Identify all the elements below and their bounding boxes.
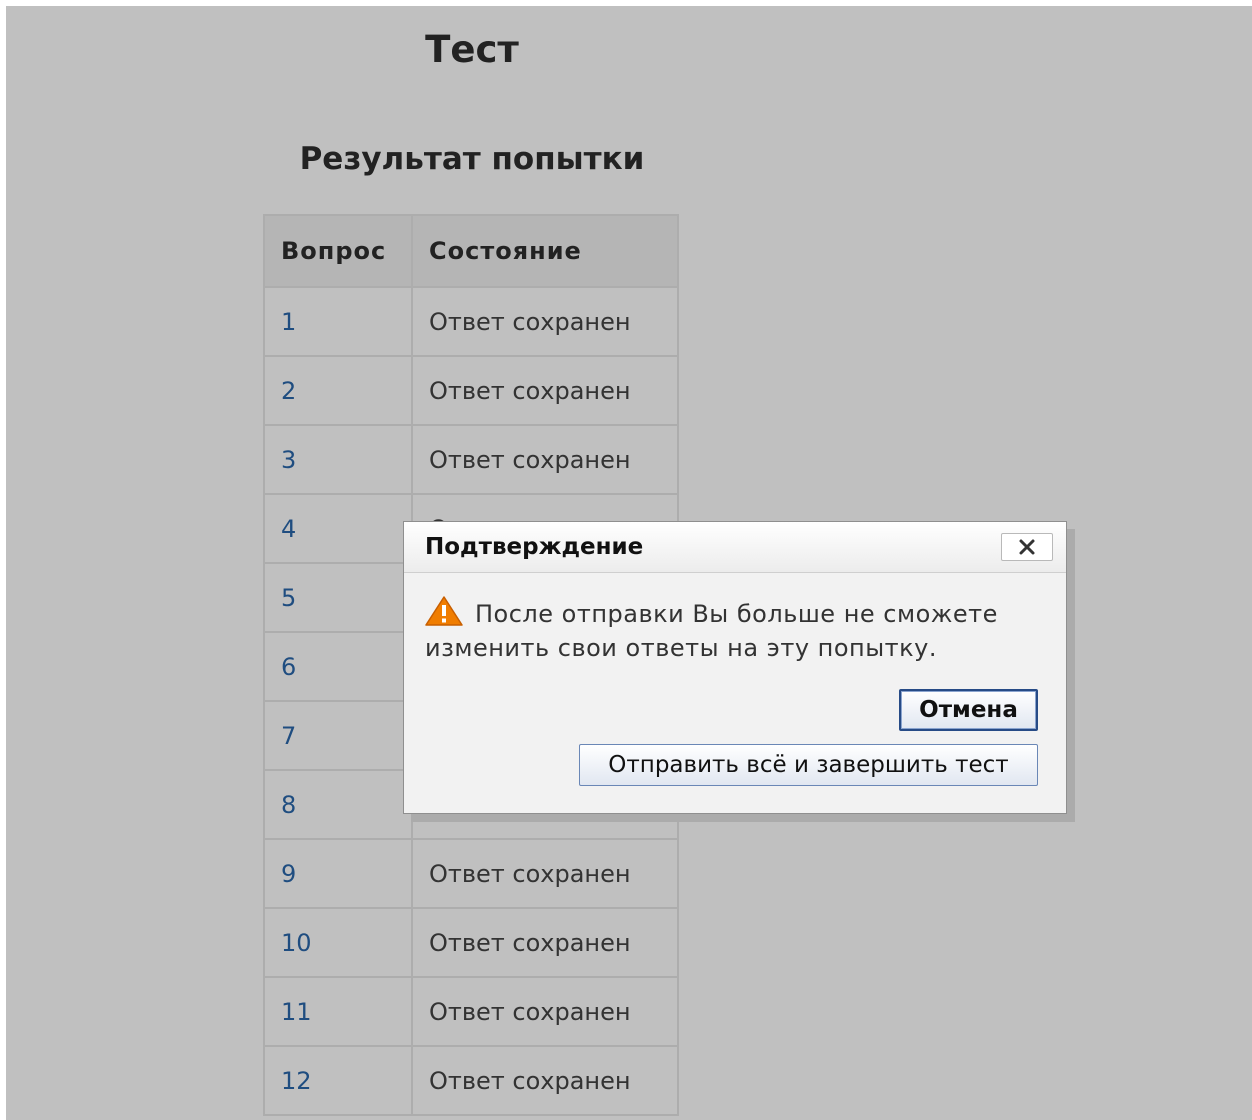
table-row: 2 Ответ сохранен (263, 355, 679, 426)
dialog-message: После отправки Вы больше не сможете изме… (425, 596, 1045, 665)
question-state: Ответ сохранен (411, 424, 679, 495)
dialog-message-text: После отправки Вы больше не сможете изме… (425, 600, 998, 662)
question-state: Ответ сохранен (411, 1045, 679, 1116)
close-icon (1019, 539, 1035, 555)
table-row: 10 Ответ сохранен (263, 907, 679, 978)
question-state: Ответ сохранен (411, 976, 679, 1047)
question-link[interactable]: 6 (281, 653, 296, 681)
table-row: 9 Ответ сохранен (263, 838, 679, 909)
question-state: Ответ сохранен (411, 907, 679, 978)
dialog-title: Подтверждение (425, 534, 644, 560)
warning-icon (425, 596, 463, 626)
question-link[interactable]: 12 (281, 1067, 312, 1095)
question-link[interactable]: 4 (281, 515, 296, 543)
cancel-button[interactable]: Отмена (899, 689, 1038, 731)
table-row: 1 Ответ сохранен (263, 286, 679, 357)
table-row: 12 Ответ сохранен (263, 1045, 679, 1116)
question-state: Ответ сохранен (411, 355, 679, 426)
question-link[interactable]: 1 (281, 308, 296, 336)
table-row: 3 Ответ сохранен (263, 424, 679, 495)
question-link[interactable]: 3 (281, 446, 296, 474)
question-state: Ответ сохранен (411, 286, 679, 357)
question-link[interactable]: 8 (281, 791, 296, 819)
question-link[interactable]: 2 (281, 377, 296, 405)
question-state: Ответ сохранен (411, 838, 679, 909)
question-link[interactable]: 9 (281, 860, 296, 888)
table-header-row: Вопрос Состояние (263, 214, 679, 288)
question-link[interactable]: 10 (281, 929, 312, 957)
submit-all-and-finish-button[interactable]: Отправить всё и завершить тест (579, 744, 1038, 786)
close-button[interactable] (1001, 533, 1053, 561)
page-overlay: Тест Результат попытки Вопрос Состояние … (6, 6, 1252, 1120)
page-title: Тест (425, 28, 519, 71)
dialog-header[interactable]: Подтверждение (404, 522, 1066, 573)
section-title: Результат попытки (299, 141, 645, 177)
confirmation-dialog: Подтверждение После отправки Вы больше н… (403, 521, 1067, 814)
column-header-question: Вопрос (263, 214, 413, 288)
column-header-state: Состояние (411, 214, 679, 288)
table-row: 11 Ответ сохранен (263, 976, 679, 1047)
question-link[interactable]: 7 (281, 722, 296, 750)
question-link[interactable]: 11 (281, 998, 312, 1026)
question-link[interactable]: 5 (281, 584, 296, 612)
